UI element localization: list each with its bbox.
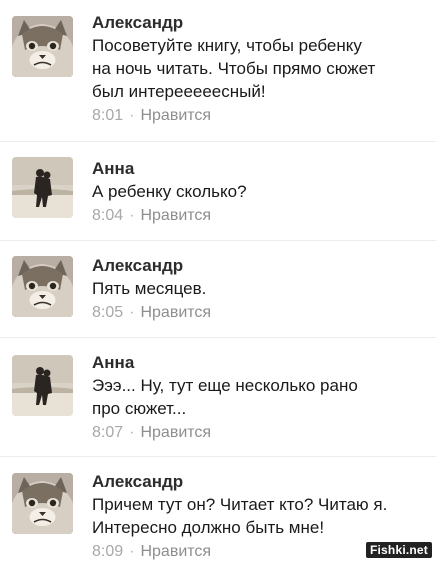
comment-time[interactable]: 8:01: [92, 107, 123, 124]
like-link[interactable]: Нравится: [140, 304, 211, 321]
comment-time[interactable]: 8:05: [92, 304, 123, 321]
divider: [0, 456, 436, 457]
couple-avatar-icon: [12, 157, 73, 218]
comment-text: Причем тут он? Читает кто? Читаю я. Инте…: [92, 495, 388, 537]
avatar-couple[interactable]: [12, 355, 73, 416]
like-link[interactable]: Нравится: [140, 543, 211, 560]
comment-text: А ребенку сколько?: [92, 182, 247, 201]
comment-text: Посоветуйте книгу, чтобы ребенку на ночь…: [92, 36, 376, 101]
comment-time[interactable]: 8:04: [92, 207, 123, 224]
separator-dot: ·: [129, 543, 135, 560]
comment-time[interactable]: 8:07: [92, 424, 123, 441]
avatar-grumpy-cat[interactable]: [12, 473, 73, 534]
separator-dot: ·: [129, 207, 135, 224]
avatar-couple[interactable]: [12, 157, 73, 218]
comment-meta: 8:01 · Нравится: [92, 105, 430, 127]
divider: [0, 337, 436, 338]
watermark: Fishki.net: [365, 542, 432, 558]
comment-author[interactable]: Александр: [92, 12, 430, 34]
avatar-grumpy-cat[interactable]: [12, 256, 73, 317]
separator-dot: ·: [129, 107, 135, 124]
comment-meta: 8:05 · Нравится: [92, 302, 430, 324]
comment-meta: 8:04 · Нравится: [92, 205, 430, 227]
comment-text: Эээ... Ну, тут еще несколько рано про сю…: [92, 376, 358, 418]
comment-meta: 8:07 · Нравится: [92, 422, 430, 444]
divider: [0, 141, 436, 142]
cat-avatar-icon: [12, 256, 73, 317]
comment-author[interactable]: Александр: [92, 255, 430, 277]
like-link[interactable]: Нравится: [140, 107, 211, 124]
like-link[interactable]: Нравится: [140, 207, 211, 224]
couple-avatar-icon: [12, 355, 73, 416]
avatar-grumpy-cat[interactable]: [12, 16, 73, 77]
comment-author[interactable]: Анна: [92, 158, 430, 180]
comment-time[interactable]: 8:09: [92, 543, 123, 560]
comment-author[interactable]: Александр: [92, 471, 430, 493]
like-link[interactable]: Нравится: [140, 424, 211, 441]
separator-dot: ·: [129, 424, 135, 441]
cat-avatar-icon: [12, 473, 73, 534]
separator-dot: ·: [129, 304, 135, 321]
comment-text: Пять месяцев.: [92, 279, 207, 298]
comment-author[interactable]: Анна: [92, 352, 430, 374]
cat-avatar-icon: [12, 16, 73, 77]
divider: [0, 240, 436, 241]
